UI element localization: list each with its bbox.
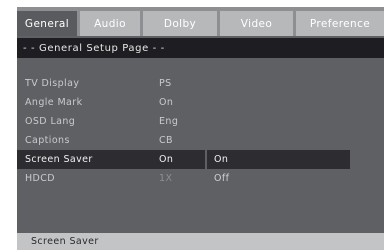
setting-value: CB [159, 135, 173, 146]
setting-row-captions[interactable]: Captions CB [17, 131, 205, 150]
setting-value: PS [159, 78, 172, 89]
status-bar: Screen Saver [17, 233, 384, 250]
setting-label: Angle Mark [25, 97, 83, 108]
setting-label: TV Display [25, 78, 80, 89]
option-list: On Off [207, 150, 350, 188]
setting-row-hdcd[interactable]: HDCD 1X [17, 169, 205, 188]
setting-row-angle-mark[interactable]: Angle Mark On [17, 93, 205, 112]
tab-dolby[interactable]: Dolby [143, 11, 217, 36]
setting-value: On [159, 154, 174, 165]
setting-row-osd-lang[interactable]: OSD Lang Eng [17, 112, 205, 131]
tab-video[interactable]: Video [220, 11, 293, 36]
tab-preference[interactable]: Preference [296, 11, 384, 36]
tab-general[interactable]: General [17, 11, 77, 36]
option-on[interactable]: On [207, 150, 350, 169]
setting-value: Eng [159, 116, 179, 127]
tab-label: Video [240, 17, 273, 30]
tab-label: General [24, 17, 70, 30]
tab-label: Audio [94, 17, 126, 30]
setting-value: 1X [159, 173, 173, 184]
setting-row-screen-saver[interactable]: Screen Saver On [17, 150, 205, 169]
tab-bar: General Audio Dolby Video Preference [17, 7, 384, 36]
tab-label: Preference [309, 17, 371, 30]
setting-label: Screen Saver [25, 154, 93, 165]
setting-row-tv-display[interactable]: TV Display PS [17, 74, 205, 93]
tab-label: Dolby [163, 17, 197, 30]
setup-menu: General Audio Dolby Video Preference - -… [17, 7, 384, 250]
setting-value: On [159, 97, 174, 108]
setting-label: HDCD [25, 173, 56, 184]
page-header: - - General Setup Page - - [17, 38, 384, 58]
tab-audio[interactable]: Audio [80, 11, 140, 36]
setting-label: OSD Lang [25, 116, 76, 127]
option-off[interactable]: Off [207, 169, 350, 188]
setting-label: Captions [25, 135, 70, 146]
